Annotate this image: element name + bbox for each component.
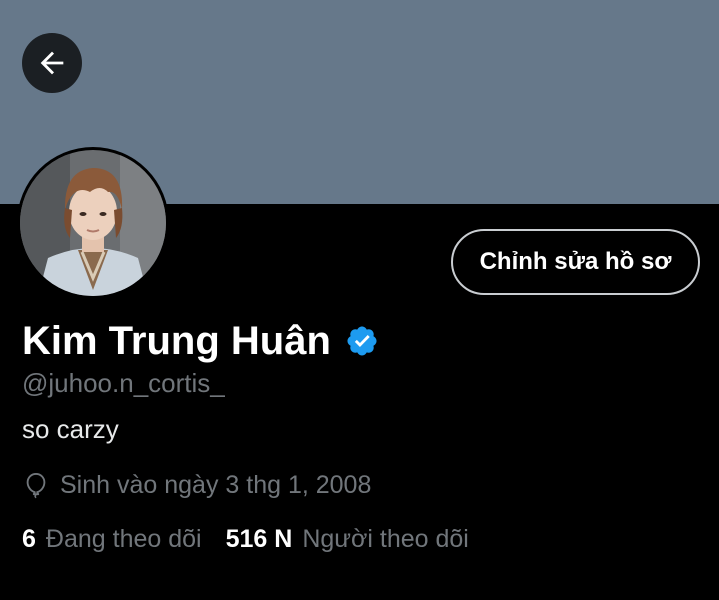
followers-link[interactable]: 516 N Người theo dõi — [226, 524, 469, 554]
profile-page: Chỉnh sửa hồ sơ Kim Trung Huân @juhoo.n_… — [0, 0, 719, 600]
followers-label: Người theo dõi — [302, 525, 469, 553]
following-link[interactable]: 6 Đang theo dõi — [22, 524, 202, 554]
profile-handle: @juhoo.n_cortis_ — [22, 368, 225, 398]
avatar-photo — [20, 150, 166, 296]
avatar[interactable] — [17, 147, 169, 299]
back-button[interactable] — [22, 33, 82, 93]
verified-badge-icon[interactable] — [345, 324, 379, 358]
edit-profile-button[interactable]: Chỉnh sửa hồ sơ — [451, 229, 700, 295]
balloon-icon — [26, 472, 46, 499]
name-row: Kim Trung Huân — [22, 318, 379, 364]
follow-stats: 6 Đang theo dõi 516 N Người theo dõi — [22, 524, 469, 554]
following-count: 6 — [22, 525, 36, 553]
birth-date-row: Sinh vào ngày 3 thg 1, 2008 — [22, 470, 371, 500]
birth-date-text: Sinh vào ngày 3 thg 1, 2008 — [60, 471, 372, 499]
following-label: Đang theo dõi — [45, 525, 202, 553]
display-name: Kim Trung Huân — [22, 319, 331, 363]
followers-count: 516 N — [225, 525, 293, 553]
profile-bio: so carzy — [22, 414, 119, 444]
arrow-left-icon — [40, 51, 64, 75]
